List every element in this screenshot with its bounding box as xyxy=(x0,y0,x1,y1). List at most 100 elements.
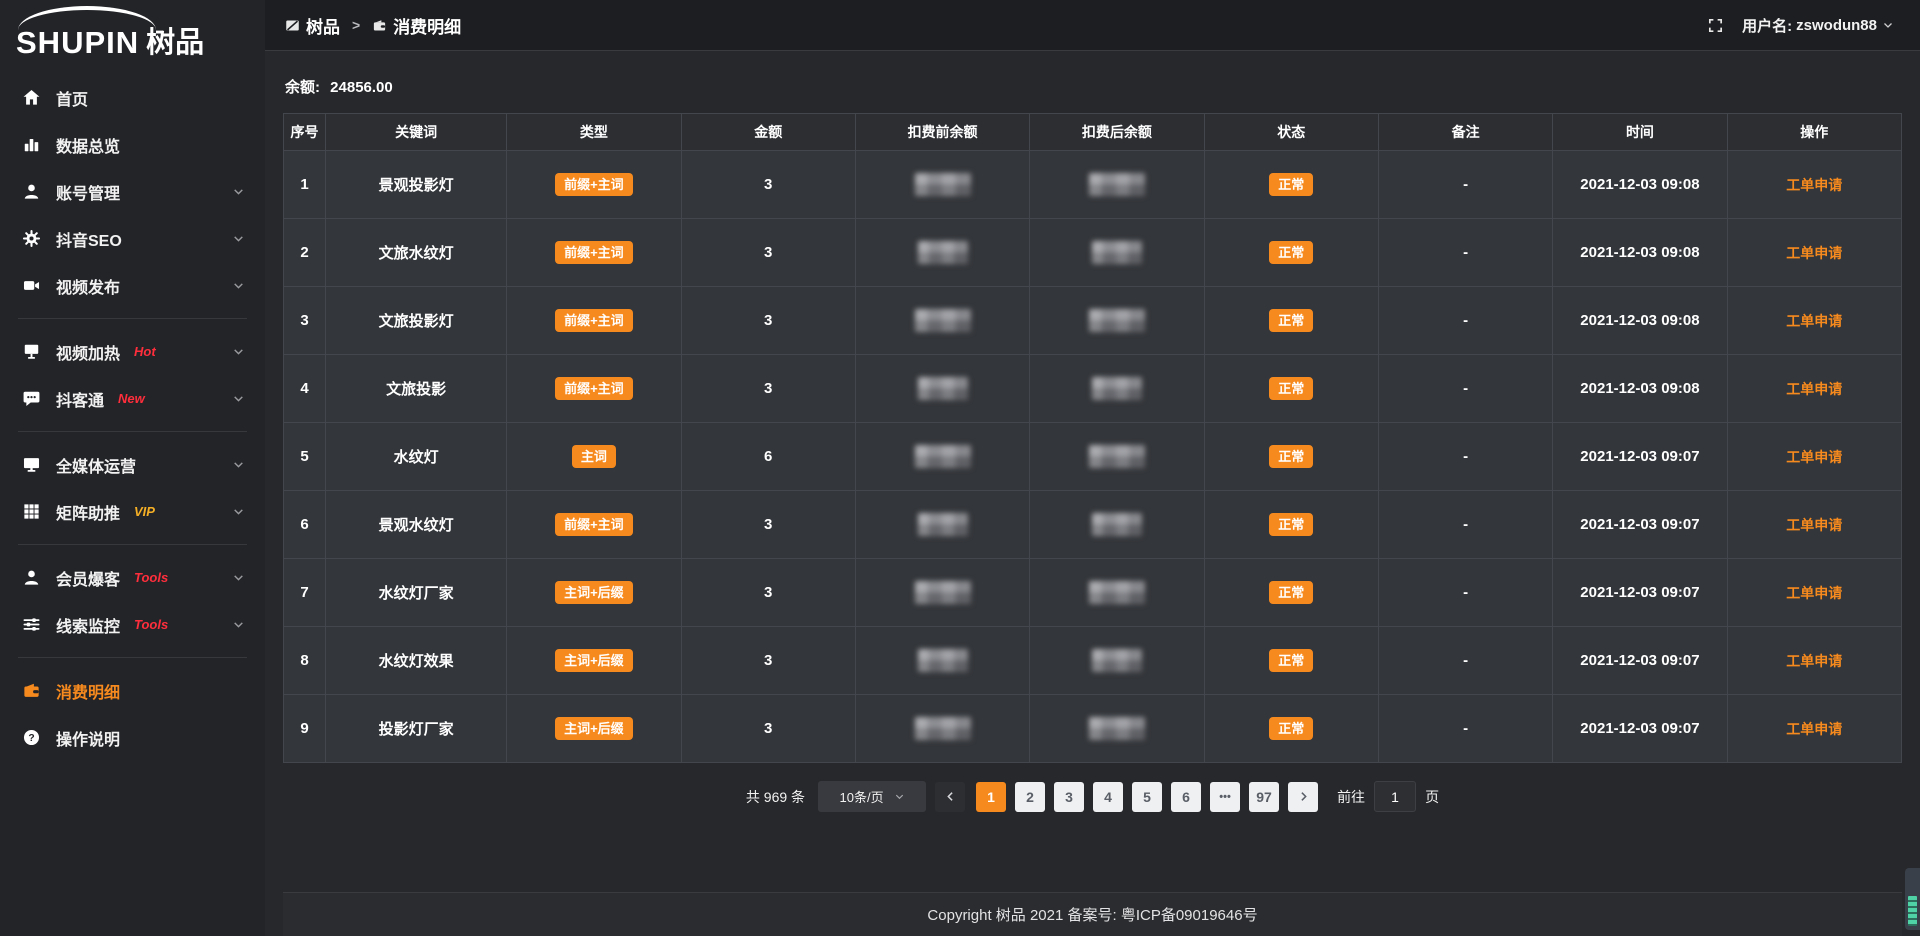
cell-balance-after xyxy=(1030,219,1204,287)
logo: SHUPIN 树品 xyxy=(16,10,265,58)
cell-amount: 3 xyxy=(681,151,855,219)
cell-keyword: 景观投影灯 xyxy=(326,151,507,219)
cell-balance-before xyxy=(855,491,1029,559)
type-badge: 前缀+主词 xyxy=(555,309,633,332)
goto-suffix: 页 xyxy=(1425,787,1439,807)
sidebar-item-tag: VIP xyxy=(134,504,155,519)
blurred-balance-before xyxy=(915,309,971,332)
fullscreen-icon[interactable] xyxy=(1707,17,1724,34)
sidebar-item-tag: Hot xyxy=(134,344,156,359)
sidebar-divider xyxy=(18,657,247,658)
floating-widget[interactable] xyxy=(1905,868,1920,930)
cell-keyword: 文旅投影灯 xyxy=(326,287,507,355)
cell-time: 2021-12-03 09:07 xyxy=(1553,627,1727,695)
ticket-request-link[interactable]: 工单申请 xyxy=(1786,653,1842,669)
breadcrumb-current[interactable]: 消费明细 xyxy=(372,13,461,38)
status-badge: 正常 xyxy=(1269,377,1313,400)
cell-note: - xyxy=(1378,151,1552,219)
cell-balance-before xyxy=(855,423,1029,491)
breadcrumb-home[interactable]: 树品 xyxy=(285,13,340,38)
sidebar-divider xyxy=(18,318,247,319)
cell-status: 正常 xyxy=(1204,151,1378,219)
sidebar-item-operation-guide[interactable]: ? 操作说明 xyxy=(0,714,265,761)
page-button-6[interactable]: 6 xyxy=(1171,782,1201,812)
member-icon xyxy=(22,568,41,587)
blurred-balance-after xyxy=(1089,309,1145,332)
floating-widget-bars xyxy=(1908,896,1917,926)
page-button-97[interactable]: 97 xyxy=(1249,782,1279,812)
cell-action: 工单申请 xyxy=(1727,491,1901,559)
wallet-icon xyxy=(22,681,41,700)
cell-time: 2021-12-03 09:08 xyxy=(1553,219,1727,287)
blurred-balance-after xyxy=(1089,173,1145,196)
page-button-2[interactable]: 2 xyxy=(1015,782,1045,812)
cell-action: 工单申请 xyxy=(1727,559,1901,627)
user-menu[interactable]: 用户名: zswodun88 xyxy=(1742,15,1894,36)
page-button-3[interactable]: 3 xyxy=(1054,782,1084,812)
cell-amount: 3 xyxy=(681,219,855,287)
status-badge: 正常 xyxy=(1269,309,1313,332)
sidebar-item-video-heat[interactable]: 视频加热 Hot xyxy=(0,328,265,375)
username-label: 用户名: xyxy=(1742,15,1792,36)
chevron-down-icon xyxy=(1882,19,1894,31)
cell-time: 2021-12-03 09:08 xyxy=(1553,287,1727,355)
cell-balance-before xyxy=(855,559,1029,627)
sidebar-item-data-overview[interactable]: 数据总览 xyxy=(0,121,265,168)
cell-balance-after xyxy=(1030,695,1204,763)
ticket-request-link[interactable]: 工单申请 xyxy=(1786,177,1842,193)
cell-keyword: 景观水纹灯 xyxy=(326,491,507,559)
cell-balance-after xyxy=(1030,287,1204,355)
breadcrumb-separator: > xyxy=(352,17,360,33)
sidebar-item-consumption-detail[interactable]: 消费明细 xyxy=(0,667,265,714)
ticket-request-link[interactable]: 工单申请 xyxy=(1786,245,1842,261)
logo-brand-cn: 树品 xyxy=(146,28,204,58)
cell-balance-after xyxy=(1030,355,1204,423)
ticket-request-link[interactable]: 工单申请 xyxy=(1786,381,1842,397)
goto-page-input[interactable] xyxy=(1374,781,1416,812)
sidebar-item-douyin-seo[interactable]: 抖音SEO xyxy=(0,215,265,262)
cell-action: 工单申请 xyxy=(1727,423,1901,491)
page-size-select[interactable]: 10条/页 xyxy=(818,781,926,812)
cell-type: 前缀+主词 xyxy=(507,287,681,355)
sidebar-item-home[interactable]: 首页 xyxy=(0,74,265,121)
chevron-down-icon xyxy=(894,791,905,802)
sidebar-item-clue-monitor[interactable]: 线索监控 Tools xyxy=(0,601,265,648)
page-button-4[interactable]: 4 xyxy=(1093,782,1123,812)
ticket-request-link[interactable]: 工单申请 xyxy=(1786,313,1842,329)
page-icon xyxy=(285,18,300,33)
content: 余额: 24856.00 序号关键词类型金额扣费前余额扣费后余额状态备注时间操作… xyxy=(265,51,1920,936)
breadcrumb: 树品 > 消费明细 xyxy=(285,13,461,38)
chevron-down-icon xyxy=(232,505,245,518)
ticket-request-link[interactable]: 工单申请 xyxy=(1786,721,1842,737)
logo-arc xyxy=(18,6,156,30)
cell-keyword: 文旅投影 xyxy=(326,355,507,423)
sidebar-item-doukotong[interactable]: 抖客通 New xyxy=(0,375,265,422)
page-button-5[interactable]: 5 xyxy=(1132,782,1162,812)
sidebar-item-video-publish[interactable]: 视频发布 xyxy=(0,262,265,309)
cell-keyword: 水纹灯效果 xyxy=(326,627,507,695)
cell-type: 前缀+主词 xyxy=(507,151,681,219)
sidebar-item-media-operation[interactable]: 全媒体运营 xyxy=(0,441,265,488)
status-badge: 正常 xyxy=(1269,649,1313,672)
cell-action: 工单申请 xyxy=(1727,151,1901,219)
sidebar-item-account-management[interactable]: 账号管理 xyxy=(0,168,265,215)
main-area: 树品 > 消费明细 用户名: zswodun88 xyxy=(265,0,1920,936)
ticket-request-link[interactable]: 工单申请 xyxy=(1786,517,1842,533)
next-page-button[interactable] xyxy=(1288,782,1318,812)
cell-index: 4 xyxy=(284,355,326,423)
ticket-request-link[interactable]: 工单申请 xyxy=(1786,585,1842,601)
table-row: 7 水纹灯厂家 主词+后缀 3 正常 - 2021-12-03 09:07 工单… xyxy=(284,559,1902,627)
blurred-balance-after xyxy=(1092,241,1142,264)
type-badge: 主词 xyxy=(572,445,616,468)
sidebar-item-matrix-boost[interactable]: 矩阵助推 VIP xyxy=(0,488,265,535)
ticket-request-link[interactable]: 工单申请 xyxy=(1786,449,1842,465)
sidebar-item-label: 首页 xyxy=(56,86,88,110)
blurred-balance-before xyxy=(918,377,968,400)
prev-page-button[interactable] xyxy=(935,782,965,812)
table-row: 5 水纹灯 主词 6 正常 - 2021-12-03 09:07 工单申请 xyxy=(284,423,1902,491)
sidebar-item-member-burst[interactable]: 会员爆客 Tools xyxy=(0,554,265,601)
cell-status: 正常 xyxy=(1204,219,1378,287)
page-button-1[interactable]: 1 xyxy=(976,782,1006,812)
cell-index: 8 xyxy=(284,627,326,695)
page-ellipsis[interactable]: ••• xyxy=(1210,782,1240,812)
